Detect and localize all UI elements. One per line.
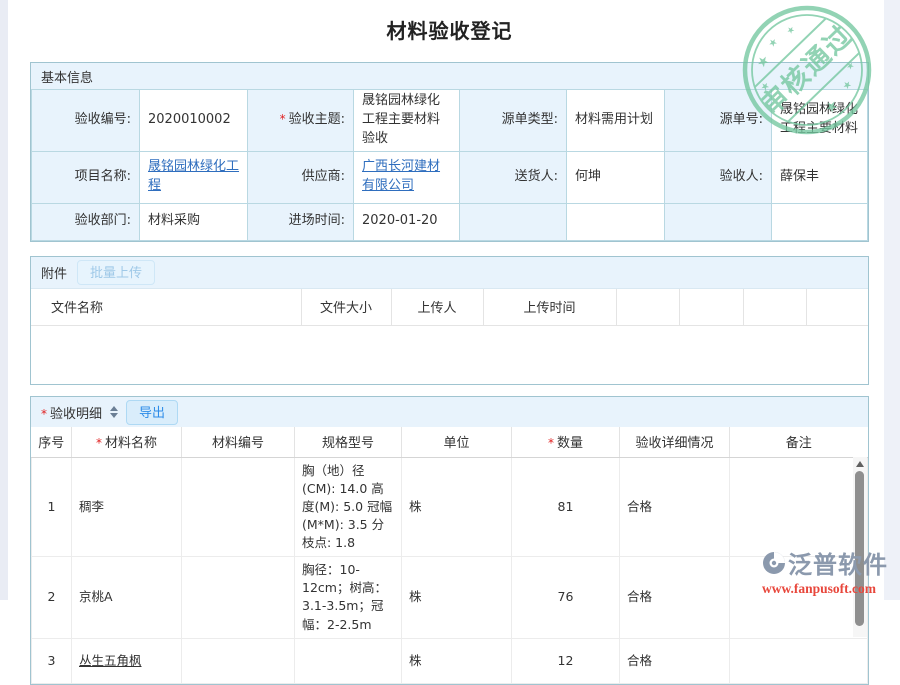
cell-unit: 株 [402, 557, 512, 639]
arrow-up-icon [110, 406, 118, 411]
supplier-value: 广西长河建材有限公司 [354, 151, 460, 203]
cell-result: 合格 [620, 457, 730, 557]
required-mark: * [548, 436, 554, 450]
subject-label: *验收主题: [248, 90, 354, 152]
attach-header-empty [743, 289, 806, 326]
page-title: 材料验收登记 [30, 18, 869, 44]
vertical-scrollbar[interactable] [853, 457, 867, 637]
subject-value: 晟铭园林绿化工程主要材料验收 [354, 90, 460, 152]
attachments-table: 文件名称 文件大小 上传人 上传时间 [31, 289, 868, 327]
table-row: 2 京桃A 胸径：10-12cm；树高：3.1-3.5m；冠幅：2-2.5m 株… [32, 557, 868, 639]
deliverer-label: 送货人: [460, 151, 567, 203]
cell-material-code [182, 638, 295, 683]
scroll-up-icon[interactable] [856, 461, 864, 467]
required-mark: * [96, 436, 102, 450]
detail-header-qty: *数量 [512, 427, 620, 457]
attachments-section-title: 附件 [41, 263, 67, 282]
table-row: 3 丛生五角枫 株 12 合格 [32, 638, 868, 683]
acceptor-label: 验收人: [665, 151, 772, 203]
empty-label-cell [460, 203, 567, 240]
acceptor-value: 薛保丰 [772, 151, 868, 203]
empty-value-cell [772, 203, 868, 240]
source-type-value: 材料需用计划 [567, 90, 665, 152]
supplier-label: 供应商: [248, 151, 354, 203]
cell-result: 合格 [620, 638, 730, 683]
form-page: 材料验收登记 基本信息 验收编号: 2020010002 *验收主题: 晟铭园林… [8, 0, 884, 600]
cell-unit: 株 [402, 638, 512, 683]
empty-value-cell [567, 203, 665, 240]
supplier-link[interactable]: 广西长河建材有限公司 [362, 159, 440, 193]
cell-seq: 3 [32, 638, 72, 683]
cell-spec [295, 638, 402, 683]
acceptance-no-value: 2020010002 [140, 90, 248, 152]
entry-date-label: 进场时间: [248, 203, 354, 240]
attach-header-empty [616, 289, 679, 326]
cell-spec: 胸（地）径(CM): 14.0 高度(M): 5.0 冠幅(M*M): 3.5 … [295, 457, 402, 557]
detail-header-spec: 规格型号 [295, 427, 402, 457]
cell-material-code [182, 557, 295, 639]
basic-info-section-title: 基本信息 [41, 67, 93, 86]
detail-header-unit: 单位 [402, 427, 512, 457]
detail-header-note: 备注 [730, 427, 868, 457]
entry-date-value: 2020-01-20 [354, 203, 460, 240]
basic-info-panel: 基本信息 验收编号: 2020010002 *验收主题: 晟铭园林绿化工程主要材… [30, 62, 869, 242]
detail-header-seq: 序号 [32, 427, 72, 457]
attach-header-empty [806, 289, 868, 326]
detail-section-header: *验收明细 导出 [31, 397, 868, 427]
cell-qty: 12 [512, 638, 620, 683]
cell-unit: 株 [402, 457, 512, 557]
cell-note [730, 638, 868, 683]
cell-seq: 1 [32, 457, 72, 557]
batch-upload-button[interactable]: 批量上传 [77, 260, 155, 285]
attachments-empty-area [31, 326, 868, 384]
attach-header-uploader: 上传人 [391, 289, 483, 326]
empty-label-cell [665, 203, 772, 240]
cell-material-name: 京桃A [72, 557, 182, 639]
arrow-down-icon [110, 413, 118, 418]
cell-note [730, 557, 868, 639]
attach-header-filesize: 文件大小 [301, 289, 391, 326]
project-link[interactable]: 晟铭园林绿化工程 [148, 159, 239, 193]
table-row: 1 稠李 胸（地）径(CM): 14.0 高度(M): 5.0 冠幅(M*M):… [32, 457, 868, 557]
attach-header-filename: 文件名称 [31, 289, 301, 326]
acceptance-no-label: 验收编号: [32, 90, 140, 152]
department-label: 验收部门: [32, 203, 140, 240]
required-mark: * [280, 112, 286, 126]
attach-header-uploadtime: 上传时间 [483, 289, 616, 326]
attachments-panel: 附件 批量上传 文件名称 文件大小 上传人 上传时间 [30, 256, 869, 386]
project-name-value: 晟铭园林绿化工程 [140, 151, 248, 203]
detail-header-material-code: 材料编号 [182, 427, 295, 457]
basic-info-section-header: 基本信息 [31, 63, 868, 89]
page-right-margin [884, 0, 900, 600]
page-left-margin [0, 0, 8, 600]
cell-qty: 81 [512, 457, 620, 557]
cell-spec: 胸径：10-12cm；树高：3.1-3.5m；冠幅：2-2.5m [295, 557, 402, 639]
source-no-label: 源单号: [665, 90, 772, 152]
cell-material-name: 丛生五角枫 [72, 638, 182, 683]
department-value: 材料采购 [140, 203, 248, 240]
required-mark: * [41, 407, 47, 421]
cell-note [730, 457, 868, 557]
source-no-value: 晟铭园林绿化工程主要材料 [772, 90, 868, 152]
cell-qty: 76 [512, 557, 620, 639]
sort-stepper-icon[interactable] [110, 406, 118, 418]
cell-material-name: 稠李 [72, 457, 182, 557]
detail-header-material-name: *材料名称 [72, 427, 182, 457]
acceptance-detail-panel: *验收明细 导出 序号 *材料名称 材料编号 规格型号 单位 *数量 验收详细情… [30, 396, 869, 685]
deliverer-value: 何坤 [567, 151, 665, 203]
cell-seq: 2 [32, 557, 72, 639]
cell-material-code [182, 457, 295, 557]
attach-header-empty [679, 289, 743, 326]
acceptance-detail-table: 序号 *材料名称 材料编号 规格型号 单位 *数量 验收详细情况 备注 1 稠李… [31, 427, 868, 684]
attachments-section-header: 附件 批量上传 [31, 257, 868, 289]
project-name-label: 项目名称: [32, 151, 140, 203]
scrollbar-thumb[interactable] [855, 471, 864, 626]
detail-section-title: *验收明细 [41, 403, 102, 422]
detail-header-result: 验收详细情况 [620, 427, 730, 457]
basic-info-table: 验收编号: 2020010002 *验收主题: 晟铭园林绿化工程主要材料验收 源… [31, 89, 868, 241]
export-button[interactable]: 导出 [126, 400, 178, 425]
cell-result: 合格 [620, 557, 730, 639]
source-type-label: 源单类型: [460, 90, 567, 152]
